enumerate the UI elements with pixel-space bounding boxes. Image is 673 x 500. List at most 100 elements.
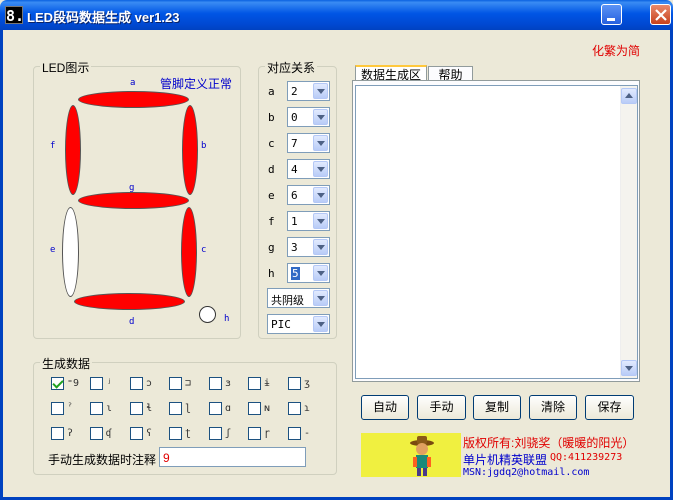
app-seven-segment-icon[interactable]: 8.	[5, 6, 24, 25]
target-select[interactable]: PIC	[267, 314, 330, 334]
traditional-to-simplified-link[interactable]: 化繁为简	[592, 42, 640, 59]
scroll-up-icon[interactable]	[621, 88, 637, 104]
mapping-label-e: e	[268, 189, 275, 202]
mapping-select-d[interactable]: 4	[287, 159, 330, 179]
generate-checkbox-label: ɩ	[106, 403, 113, 414]
minimize-button[interactable]	[601, 4, 622, 25]
mapping-value-h: 5	[291, 267, 300, 280]
scroll-down-icon[interactable]	[621, 360, 637, 376]
segment-d[interactable]	[74, 293, 185, 310]
generate-checkbox[interactable]	[288, 377, 301, 390]
chevron-down-icon[interactable]	[313, 161, 328, 177]
common-type-select[interactable]: 共阴级	[267, 288, 330, 308]
segment-h-dot[interactable]	[199, 306, 216, 323]
window-title: LED段码数据生成 ver1.23	[27, 10, 180, 25]
generate-checkbox[interactable]	[90, 427, 103, 440]
clear-button[interactable]: 清除	[529, 395, 577, 420]
copy-button[interactable]: 复制	[473, 395, 521, 420]
generate-checkbox-label: ʕ	[146, 428, 153, 439]
generate-checkbox[interactable]	[169, 427, 182, 440]
generate-checkbox[interactable]	[51, 377, 64, 390]
msn-text: MSN:jgdq2@hotmail.com	[463, 467, 590, 478]
close-button[interactable]	[650, 4, 671, 25]
segment-a[interactable]	[78, 91, 189, 108]
generate-checkbox[interactable]	[169, 377, 182, 390]
chevron-down-icon[interactable]	[313, 83, 328, 99]
chevron-down-icon[interactable]	[313, 316, 328, 332]
segment-c[interactable]	[181, 207, 197, 297]
chevron-down-icon[interactable]	[313, 290, 328, 306]
generate-checkbox-label: ɭ	[185, 403, 192, 414]
generate-checkbox[interactable]	[169, 402, 182, 415]
chevron-down-icon[interactable]	[313, 265, 328, 281]
author-banner	[361, 433, 461, 477]
mapping-label-g: g	[268, 241, 275, 254]
generate-checkbox[interactable]	[248, 377, 261, 390]
segment-a-label: a	[130, 78, 136, 88]
auto-button[interactable]: 自动	[361, 395, 409, 420]
segment-g[interactable]	[78, 192, 189, 209]
manual-button[interactable]: 手动	[417, 395, 466, 420]
segment-f-label: f	[50, 141, 56, 151]
common-type-value: 共阴级	[271, 294, 304, 307]
segment-d-label: d	[129, 317, 135, 327]
chevron-down-icon[interactable]	[313, 239, 328, 255]
generate-checkbox-label: ɜ	[225, 378, 232, 389]
generated-data-textarea[interactable]	[355, 85, 638, 379]
segment-g-label: g	[129, 183, 135, 193]
generate-checkbox-label: -	[304, 428, 311, 439]
mapping-select-f[interactable]: 1	[287, 211, 330, 231]
mapping-label-d: d	[268, 163, 275, 176]
chevron-down-icon[interactable]	[313, 187, 328, 203]
comment-input[interactable]: 9	[159, 447, 306, 467]
segment-h-label: h	[224, 314, 230, 324]
mapping-label-b: b	[268, 111, 275, 124]
generate-checkbox-label: ʔ	[67, 428, 74, 439]
led-group-title: LED图示	[40, 59, 92, 76]
generate-checkbox[interactable]	[130, 377, 143, 390]
mapping-select-h[interactable]: 5	[287, 263, 330, 283]
generate-checkbox[interactable]	[90, 377, 103, 390]
generate-checkbox-label: ɑ	[225, 403, 232, 414]
generate-checkbox-label: ⊐	[185, 378, 192, 389]
generate-group-title: 生成数据	[40, 355, 93, 372]
generate-checkbox[interactable]	[90, 402, 103, 415]
generate-checkbox-label: ɼ	[264, 428, 271, 439]
generate-checkbox[interactable]	[288, 427, 301, 440]
mapping-select-b[interactable]: 0	[287, 107, 330, 127]
generate-checkbox[interactable]	[209, 402, 222, 415]
comment-label: 手动生成数据时注释	[48, 453, 157, 467]
generate-checkbox[interactable]	[248, 402, 261, 415]
generate-checkbox-label: ɬ	[146, 403, 153, 414]
generate-checkbox[interactable]	[51, 402, 64, 415]
chevron-down-icon[interactable]	[313, 109, 328, 125]
title-bar[interactable]: 8. LED段码数据生成 ver1.23	[0, 0, 673, 30]
org-text: 单片机精英联盟	[463, 453, 548, 467]
generate-checkbox[interactable]	[288, 402, 301, 415]
generate-checkbox[interactable]	[130, 402, 143, 415]
generate-checkbox[interactable]	[51, 427, 64, 440]
generate-checkbox[interactable]	[209, 377, 222, 390]
generate-checkbox[interactable]	[248, 427, 261, 440]
generate-checkbox-label: ɿ	[304, 403, 311, 414]
qq-text: QQ:411239273	[550, 452, 623, 463]
mapping-select-g[interactable]: 3	[287, 237, 330, 257]
segment-b[interactable]	[182, 105, 198, 195]
mapping-select-a[interactable]: 2	[287, 81, 330, 101]
save-button[interactable]: 保存	[585, 395, 634, 420]
generate-checkbox[interactable]	[130, 427, 143, 440]
mapping-select-e[interactable]: 6	[287, 185, 330, 205]
segment-f[interactable]	[65, 105, 81, 195]
chevron-down-icon[interactable]	[313, 213, 328, 229]
segment-e-label: e	[50, 245, 56, 255]
segment-e[interactable]	[62, 207, 79, 297]
generate-checkbox-label: ⁼9	[67, 378, 80, 389]
generate-checkbox-label: ʒ	[304, 378, 311, 389]
close-icon	[655, 9, 667, 21]
pin-status-text: 管脚定义正常	[160, 77, 233, 91]
vertical-scrollbar[interactable]	[620, 86, 637, 378]
mapping-value-e: 6	[291, 189, 298, 202]
mapping-select-c[interactable]: 7	[287, 133, 330, 153]
generate-checkbox[interactable]	[209, 427, 222, 440]
chevron-down-icon[interactable]	[313, 135, 328, 151]
